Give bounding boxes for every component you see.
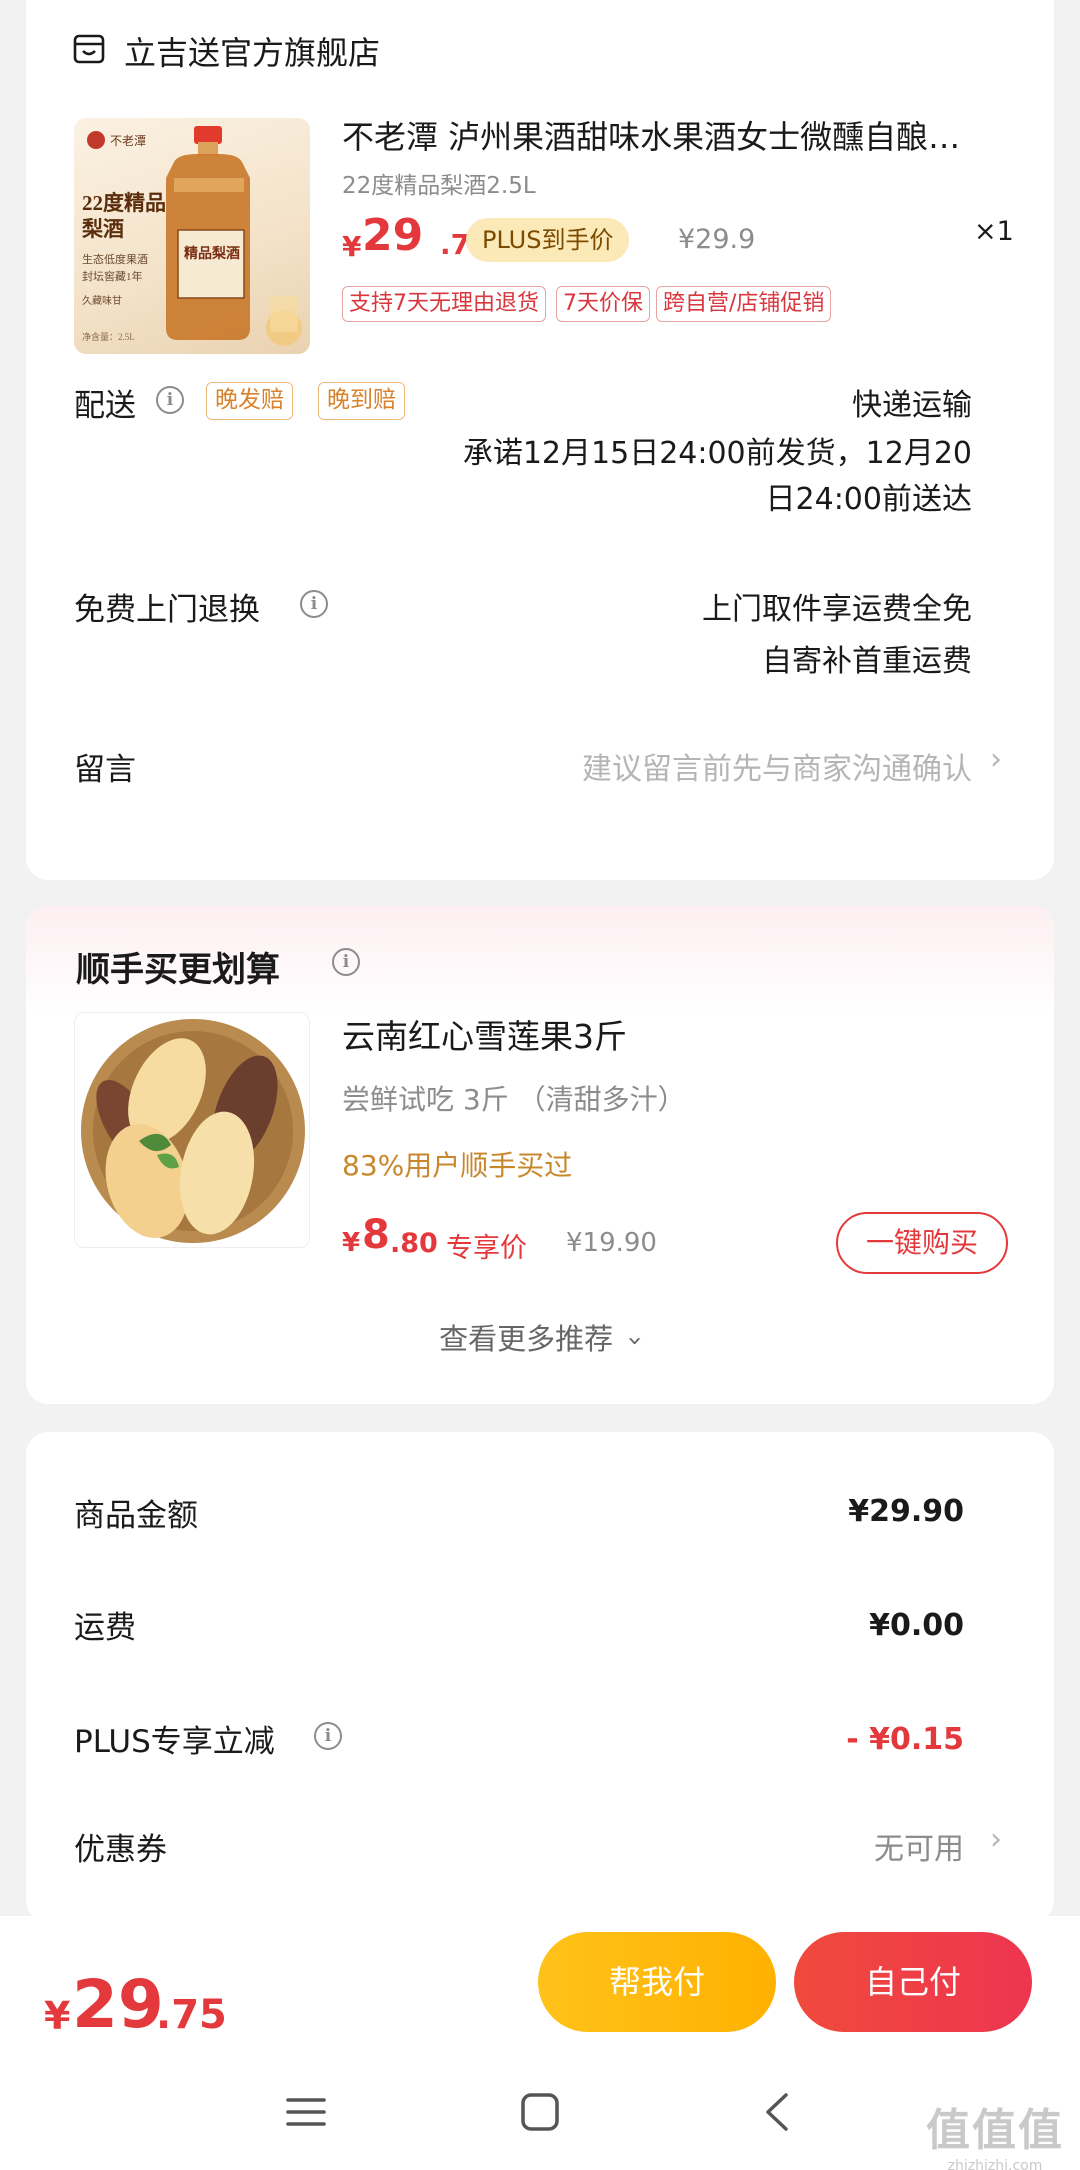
product-spec: 22度精品梨酒2.5L (342, 173, 536, 199)
info-icon[interactable]: i (300, 590, 328, 618)
info-icon[interactable]: i (156, 386, 184, 414)
plus-price-tag: PLUS到手价 (466, 218, 630, 262)
goods-amount-value: ¥29.90 (848, 1494, 964, 1529)
exclusive-price-label: 专享价 (446, 1233, 527, 1264)
image-line-6: 净含量：2.5L (82, 331, 135, 342)
price-currency: ¥ (342, 230, 362, 263)
original-price: ¥29.9 (678, 224, 756, 255)
bottle-label: 精品梨酒 (184, 245, 240, 262)
image-line-5: 久藏味甘 (82, 294, 122, 307)
return-service-line2: 自寄补首重运费 (762, 644, 972, 679)
plus-discount-label: PLUS专享立减 (74, 1724, 275, 1760)
shipping-value: ¥0.00 (869, 1608, 964, 1643)
menu-icon[interactable] (286, 2092, 326, 2132)
info-icon[interactable]: i (314, 1722, 342, 1750)
message-input[interactable]: 建议留言前先与商家沟通确认 (582, 744, 972, 788)
home-icon[interactable] (520, 2092, 560, 2132)
bundle-title: 顺手买更划算 (76, 950, 280, 990)
chevron-right-icon[interactable]: › (990, 742, 1002, 777)
price-integer: 29 (362, 210, 424, 261)
price-summary-card: 商品金额 ¥29.90 运费 ¥0.00 PLUS专享立减 i - ¥0.15 … (26, 1432, 1054, 1922)
return-service-label: 免费上门退换 (74, 592, 260, 628)
bundle-original-price: ¥19.90 (566, 1228, 657, 1258)
product-image[interactable]: 不老潭 22度精品 梨酒 生态低度果酒 封坛窖藏1年 久藏味甘 净含量：2.5L… (74, 118, 310, 354)
image-line-4: 封坛窖藏1年 (82, 269, 143, 283)
bundle-price-currency: ¥ (342, 1228, 361, 1258)
late-ship-tag: 晚发赔 (206, 382, 293, 420)
bundle-price-decimal: .80 (390, 1228, 438, 1259)
late-arrival-tag: 晚到赔 (318, 382, 405, 420)
chevron-right-icon[interactable]: › (990, 1822, 1002, 1857)
delivery-promise-line2: 日24:00前送达 (765, 482, 972, 517)
image-line-3: 生态低度果酒 (82, 252, 148, 266)
coupon-value[interactable]: 无可用 (874, 1824, 964, 1868)
image-headline-2: 梨酒 (82, 217, 124, 241)
yacon-illustration (81, 1019, 305, 1243)
total-decimal: .75 (156, 1992, 227, 2038)
watermark-url: zhizhizhi.com (947, 2158, 1043, 2170)
return-service-line1: 上门取件享运费全免 (702, 592, 972, 627)
service-tag-price-protect: 7天价保 (556, 286, 650, 322)
image-brand: 不老潭 (110, 134, 146, 148)
bundle-item-title[interactable]: 云南红心雪莲果3斤 (342, 1010, 627, 1058)
coupon-label: 优惠券 (74, 1832, 167, 1868)
shipping-label: 运费 (74, 1610, 136, 1646)
service-tag-return: 支持7天无理由退货 (342, 286, 546, 322)
store-icon (73, 34, 105, 64)
message-label: 留言 (74, 752, 136, 788)
store-name[interactable]: 立吉送官方旗舰店 (124, 28, 380, 74)
delivery-promise-line1: 承诺12月15日24:00前发货，12月20 (462, 436, 972, 471)
watermark: 值值值 zhizhizhi.com (926, 2094, 1064, 2170)
see-more-recommendations[interactable]: 查看更多推荐 › (26, 1316, 1054, 1358)
info-icon[interactable]: i (332, 948, 360, 976)
bundle-item-subtitle: 尝鲜试吃 3斤 （清甜多汁） (342, 1083, 686, 1116)
goods-amount-label: 商品金额 (74, 1498, 198, 1534)
watermark-logo: 值值值 (926, 2105, 1064, 2156)
help-me-pay-button[interactable]: 帮我付 (538, 1932, 776, 2032)
service-tag-promo: 跨自营/店铺促销 (656, 286, 832, 322)
total-integer: 29 (72, 1966, 164, 2043)
total-currency: ¥ (44, 1994, 71, 2038)
plus-discount-value: - ¥0.15 (846, 1722, 964, 1757)
delivery-method[interactable]: 快递运输 (852, 380, 972, 424)
product-illustration: 不老潭 22度精品 梨酒 生态低度果酒 封坛窖藏1年 久藏味甘 净含量：2.5L… (82, 126, 302, 346)
bundle-item-image[interactable] (74, 1012, 310, 1248)
delivery-label: 配送 (74, 388, 136, 424)
pay-myself-button[interactable]: 自己付 (794, 1932, 1032, 2032)
quantity: ×1 (974, 216, 1014, 247)
order-card: 立吉送官方旗舰店 不老潭 22度精品 梨酒 生态低度果酒 封坛窖藏1年 久藏味甘… (26, 0, 1054, 880)
back-icon[interactable] (758, 2092, 798, 2132)
bundle-price-integer: 8 (362, 1212, 390, 1258)
see-more-label: 查看更多推荐 (439, 1322, 614, 1356)
one-click-buy-button[interactable]: 一键购买 (836, 1212, 1008, 1274)
bundle-card: 顺手买更划算 i 云南红心雪莲果3斤 尝鲜试吃 3斤 （清甜多汁） 83%用户顺… (26, 906, 1054, 1404)
image-headline-1: 22度精品 (82, 191, 166, 215)
bundle-item-bought: 83%用户顺手买过 (342, 1149, 573, 1182)
chevron-down-icon: › (620, 1335, 651, 1347)
checkout-bar: ¥ 29 .75 帮我付 自己付 值值值 zhizhizhi.com (0, 1916, 1080, 2170)
product-title[interactable]: 不老潭 泸州果酒甜味水果酒女士微醺自酿… (342, 112, 1022, 158)
